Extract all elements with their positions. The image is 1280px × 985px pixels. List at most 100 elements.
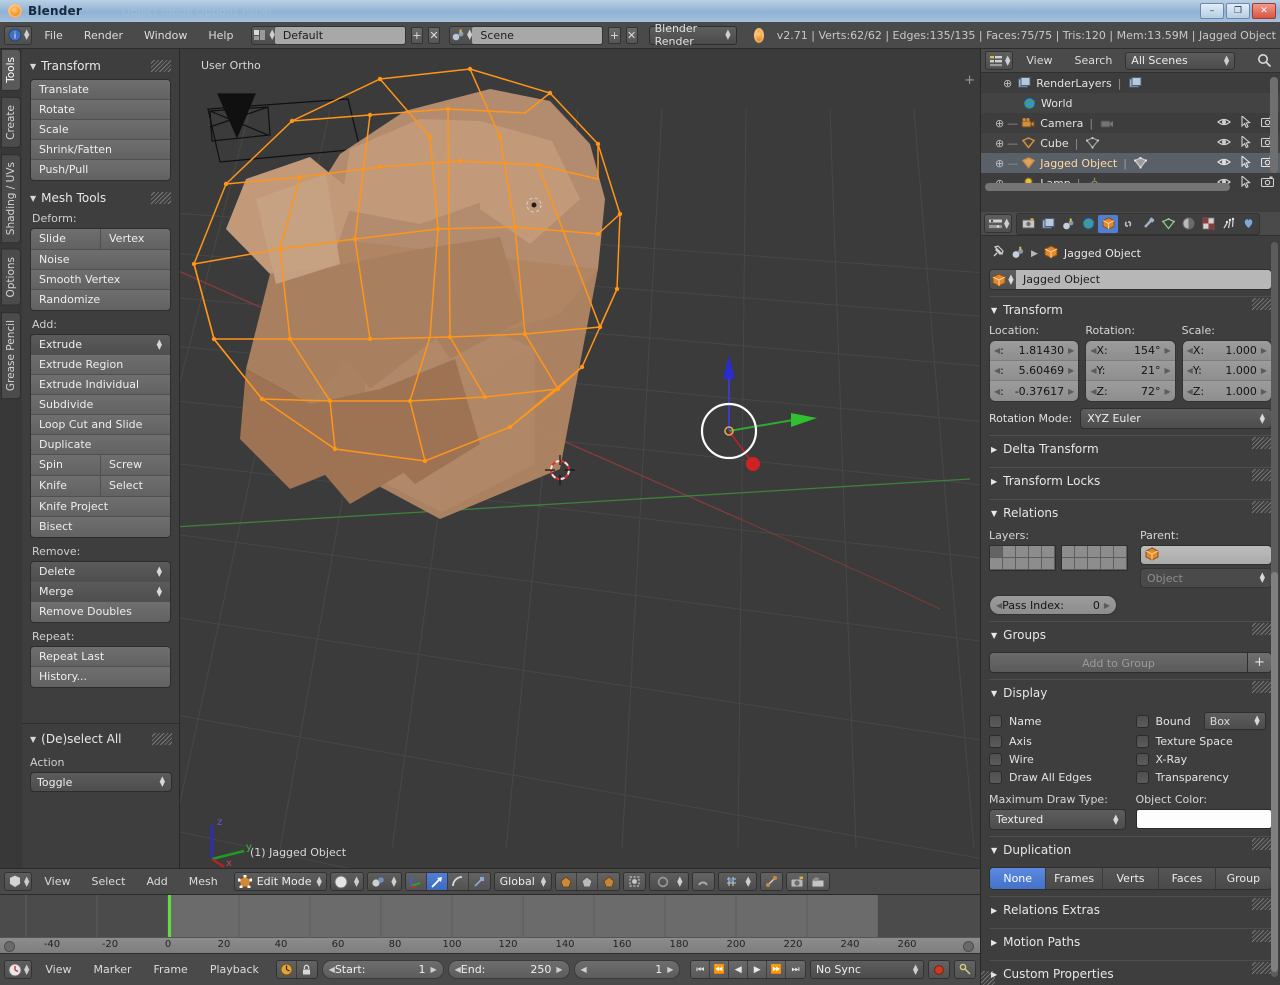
layers-group-1[interactable] bbox=[989, 545, 1056, 571]
tab-create[interactable]: Create bbox=[1, 97, 21, 148]
tab-options[interactable]: Options bbox=[1, 249, 21, 306]
layer-cell[interactable] bbox=[1016, 546, 1029, 558]
object-name-field[interactable]: ▲▼ Jagged Object bbox=[989, 269, 1272, 290]
add-screen-button[interactable]: + bbox=[411, 27, 423, 44]
layer-cell[interactable] bbox=[1003, 546, 1016, 558]
scale-button[interactable]: Scale bbox=[31, 120, 170, 140]
mesh-data-icon[interactable] bbox=[1133, 156, 1149, 171]
rotation-z-field[interactable]: ◀ Z: 72° ▶ bbox=[1086, 381, 1174, 401]
parent-field[interactable] bbox=[1140, 545, 1272, 565]
delete-scene-button[interactable]: ✕ bbox=[626, 27, 638, 44]
panel-header-mesh-tools[interactable]: ▼ Mesh Tools bbox=[30, 191, 171, 205]
render-opengl-animation-icon[interactable] bbox=[808, 873, 829, 890]
object-name-value[interactable]: Jagged Object bbox=[1016, 270, 1271, 289]
action-dropdown[interactable]: Toggle ▲▼ bbox=[30, 772, 172, 792]
snap-magnet-icon[interactable] bbox=[693, 873, 714, 890]
previous-keyframe-button[interactable]: ⏪ bbox=[710, 961, 729, 978]
renderability-camera-icon[interactable] bbox=[1261, 176, 1274, 190]
bound-type-selector[interactable]: Box ▲▼ bbox=[1204, 712, 1266, 730]
rotation-x-field[interactable]: ◀ X: 154° ▶ bbox=[1086, 341, 1174, 361]
layer-cell[interactable] bbox=[1016, 558, 1029, 570]
knife-project-button[interactable]: Knife Project bbox=[31, 497, 170, 517]
delete-menu[interactable]: Delete ▲▼ bbox=[31, 562, 170, 582]
section-header-duplication[interactable]: ▼ Duplication bbox=[989, 836, 1272, 862]
section-header-display[interactable]: ▼ Display bbox=[989, 679, 1272, 705]
checkbox-icon[interactable] bbox=[989, 771, 1002, 784]
auto-merge-icon[interactable] bbox=[761, 873, 782, 890]
manipulator-toggle-icon[interactable] bbox=[406, 873, 427, 890]
extrude-menu[interactable]: Extrude ▲▼ bbox=[31, 335, 170, 355]
translate-manipulator-icon[interactable] bbox=[427, 873, 448, 890]
properties-editor-type-selector[interactable]: ▲▼ bbox=[984, 214, 1012, 233]
section-header-relations[interactable]: ▼ Relations bbox=[989, 499, 1272, 525]
selectability-cursor-icon[interactable] bbox=[1241, 156, 1251, 171]
scale-y-field[interactable]: ◀ Y: 1.000 ▶ bbox=[1183, 361, 1271, 381]
location-y-field[interactable]: ◀ : 5.60469 ▶ bbox=[990, 361, 1078, 381]
add-group-plus-button[interactable]: + bbox=[1248, 652, 1272, 673]
record-keyframes-icon[interactable] bbox=[929, 961, 949, 978]
tab-tools[interactable]: Tools bbox=[1, 49, 21, 91]
expand-icon[interactable]: ⊕ bbox=[995, 117, 1004, 130]
screw-button[interactable]: Screw bbox=[101, 455, 170, 475]
layer-cell[interactable] bbox=[1101, 558, 1114, 570]
object-color-swatch[interactable] bbox=[1136, 809, 1273, 829]
location-z-field[interactable]: ◀ : -0.37617 ▶ bbox=[990, 381, 1078, 401]
rotate-manipulator-icon[interactable] bbox=[448, 873, 469, 890]
section-header-groups[interactable]: ▼ Groups bbox=[989, 621, 1272, 647]
slide-edge-button[interactable]: Slide Edge bbox=[31, 229, 101, 249]
rotation-y-field[interactable]: ◀ Y: 21° ▶ bbox=[1086, 361, 1174, 381]
extrude-individual-button[interactable]: Extrude Individual bbox=[31, 375, 170, 395]
frame-start-field[interactable]: ◀ Start: 1 ▶ bbox=[322, 960, 444, 979]
viewport-menu-add[interactable]: Add bbox=[137, 872, 176, 891]
selectability-cursor-icon[interactable] bbox=[1241, 176, 1251, 191]
tab-texture[interactable] bbox=[1198, 215, 1218, 233]
minimize-button[interactable]: – bbox=[1200, 3, 1224, 19]
pin-icon[interactable] bbox=[991, 245, 1005, 262]
visibility-eye-icon[interactable] bbox=[1217, 137, 1231, 150]
scale-x-field[interactable]: ◀ X: 1.000 ▶ bbox=[1183, 341, 1271, 361]
right-arrow-icon[interactable]: ▶ bbox=[1104, 601, 1110, 610]
screen-layout-value[interactable]: Default bbox=[275, 27, 405, 44]
right-arrow-icon[interactable]: ▶ bbox=[1261, 366, 1267, 375]
timeline-scrollbar-left[interactable] bbox=[4, 941, 15, 952]
tab-physics[interactable] bbox=[1238, 215, 1258, 233]
noise-button[interactable]: Noise bbox=[31, 250, 170, 270]
tab-render-layers[interactable] bbox=[1038, 215, 1058, 233]
editor-type-selector[interactable]: i ▲▼ bbox=[4, 26, 32, 45]
outliner-row-renderlayers[interactable]: ⊕ RenderLayers | bbox=[981, 73, 1280, 93]
current-frame-field[interactable]: ◀ 1 ▶ bbox=[574, 960, 681, 979]
parent-type-selector[interactable]: Object ▲▼ bbox=[1140, 568, 1272, 588]
auto-keyframe-icon[interactable] bbox=[277, 961, 297, 978]
selectability-cursor-icon[interactable] bbox=[1241, 116, 1251, 131]
viewport-menu-view[interactable]: View bbox=[35, 872, 79, 891]
timeline-menu-view[interactable]: View bbox=[36, 960, 80, 979]
layer-cell[interactable] bbox=[1088, 558, 1101, 570]
expand-icon[interactable]: ⊕ bbox=[995, 157, 1004, 170]
layer-cell[interactable] bbox=[990, 546, 1003, 558]
right-arrow-icon[interactable]: ▶ bbox=[1261, 346, 1267, 355]
outliner-vertical-scrollbar[interactable] bbox=[1270, 77, 1278, 173]
3d-viewport[interactable]: User Ortho (1) Jagged Object + z y x bbox=[180, 49, 980, 868]
interaction-mode-selector[interactable]: Edit Mode ▲▼ bbox=[234, 872, 327, 891]
outliner-row-jagged-object[interactable]: ⊕ — Jagged Object | bbox=[981, 153, 1280, 173]
proportional-edit-selector[interactable]: ▲▼ bbox=[649, 872, 688, 891]
history-button[interactable]: History... bbox=[31, 667, 170, 687]
layer-cell[interactable] bbox=[1062, 558, 1075, 570]
viewport-menu-select[interactable]: Select bbox=[83, 872, 135, 891]
layer-cell[interactable] bbox=[1088, 546, 1101, 558]
duplication-faces-button[interactable]: Faces bbox=[1159, 868, 1215, 889]
loop-cut-and-slide-button[interactable]: Loop Cut and Slide bbox=[31, 415, 170, 435]
duplication-group-button[interactable]: Group bbox=[1216, 868, 1271, 889]
render-engine-selector[interactable]: Blender Render ▲▼ bbox=[649, 26, 737, 45]
menu-window[interactable]: Window bbox=[135, 26, 196, 45]
right-arrow-icon[interactable]: ▶ bbox=[430, 965, 436, 974]
outliner-menu-search[interactable]: Search bbox=[1066, 51, 1122, 70]
push-pull-button[interactable]: Push/Pull bbox=[31, 160, 170, 180]
tab-grease-pencil[interactable]: Grease Pencil bbox=[1, 312, 21, 399]
display-axis-checkbox[interactable]: Axis bbox=[989, 735, 1126, 748]
right-arrow-icon[interactable]: ▶ bbox=[1068, 366, 1074, 375]
tab-modifiers[interactable] bbox=[1138, 215, 1158, 233]
tab-particles[interactable] bbox=[1218, 215, 1238, 233]
section-header-transform[interactable]: ▼ Transform bbox=[989, 296, 1272, 322]
face-select-icon[interactable] bbox=[598, 873, 619, 890]
